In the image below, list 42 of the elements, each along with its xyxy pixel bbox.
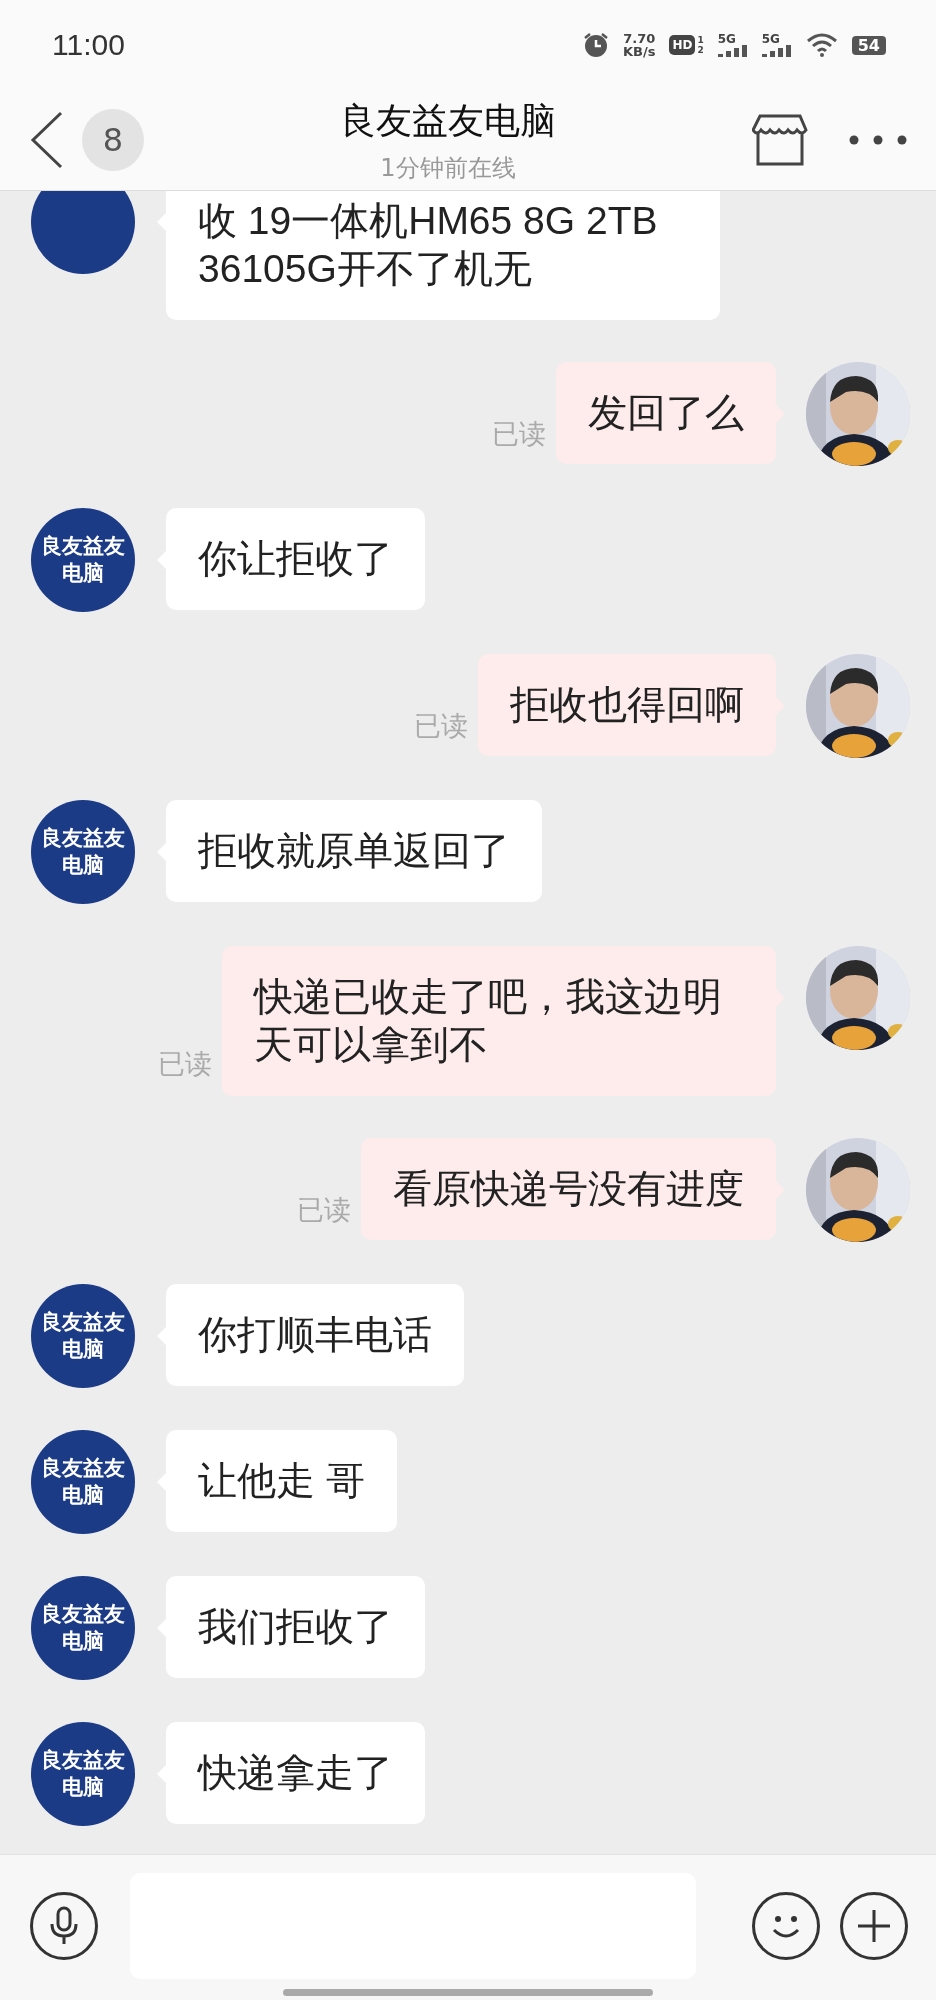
chat-title: 良友益友电脑 [340, 98, 556, 143]
hd-icon: HD [669, 35, 696, 55]
shop-avatar: 良友益友 电脑 [31, 800, 135, 904]
microphone-icon [49, 1906, 79, 1946]
message-bubble: 发回了么 [556, 362, 776, 464]
network-label: 5G [717, 33, 736, 45]
battery-level: 54 [851, 35, 886, 55]
message-bubble: 你让拒收了 [166, 508, 425, 610]
shop-avatar: 良友益友 电脑 [31, 508, 135, 612]
clock-time: 11:00 [52, 28, 125, 62]
emoji-button[interactable] [752, 1892, 820, 1960]
shop-avatar: 良友益友 电脑 [31, 1722, 135, 1826]
network-speed: 7.70 KB/s [623, 32, 656, 58]
read-receipt: 已读 [492, 417, 546, 451]
shop-avatar: 良友益友 电脑 [31, 1430, 135, 1534]
wifi-icon [805, 33, 838, 57]
add-button[interactable] [840, 1892, 908, 1960]
message-bubble: 拒收也得回啊 [478, 654, 776, 756]
message-bubble: 看原快递号没有进度 [361, 1138, 776, 1240]
message-bubble: 我们拒收了 [166, 1576, 425, 1678]
back-icon[interactable] [30, 111, 64, 169]
more-icon[interactable] [848, 134, 908, 146]
message-bubble: 让他走 哥 [166, 1430, 397, 1532]
read-receipt: 已读 [414, 709, 468, 743]
online-status: 1分钟前在线 [380, 152, 516, 184]
voice-button[interactable] [30, 1892, 98, 1960]
message-bubble: 快递拿走了 [166, 1722, 425, 1824]
message-bubble: 收 19一体机HM65 8G 2TB 36105G开不了机无 [166, 191, 720, 320]
read-receipt: 已读 [297, 1193, 351, 1227]
message-bubble: 你打顺丰电话 [166, 1284, 464, 1386]
network-label: 5G [761, 33, 780, 45]
store-icon[interactable] [752, 112, 808, 168]
message-bubble: 拒收就原单返回了 [166, 800, 542, 902]
signal-icon [717, 45, 748, 57]
shop-avatar: 良友益友 电脑 [31, 1576, 135, 1680]
read-receipt: 已读 [158, 1047, 212, 1081]
hd-slot-label: 1 2 [697, 35, 704, 55]
signal-icon [761, 45, 792, 57]
alarm-icon [583, 32, 609, 58]
message-bubble: 快递已收走了吧，我这边明天可以拿到不 [222, 946, 776, 1096]
shop-avatar: 良友益友 电脑 [31, 1284, 135, 1388]
unread-count: 8 [82, 109, 144, 171]
